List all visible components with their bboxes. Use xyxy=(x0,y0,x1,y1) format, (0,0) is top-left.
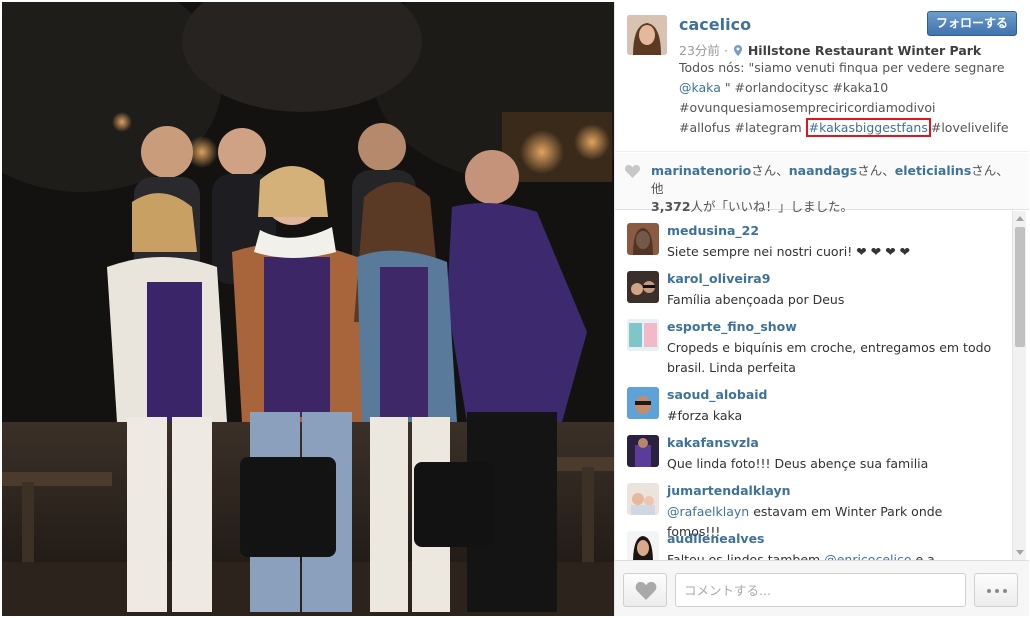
caption-text: #lovelivelife xyxy=(930,120,1009,135)
meta-separator: · xyxy=(723,43,728,58)
avatar[interactable] xyxy=(627,271,659,303)
avatar[interactable] xyxy=(627,223,659,255)
comment-text: Família abençoada por Deus xyxy=(667,292,845,307)
heart-icon xyxy=(635,582,657,600)
likes-connector: さん、 xyxy=(857,163,895,178)
comment-text: Cropeds e biquínis em croche, entregamos… xyxy=(667,340,992,375)
post-meta: 23分前 · Hillstone Restaurant Winter Park xyxy=(679,40,981,59)
comment-username[interactable]: karol_oliveira9 xyxy=(667,271,770,286)
post-photo xyxy=(2,2,614,616)
scroll-down-arrow-icon[interactable] xyxy=(1016,550,1024,555)
post-header: cacelico フォローする 23分前 · Hillstone Restaur… xyxy=(615,2,1029,152)
scrollbar-thumb[interactable] xyxy=(1015,227,1025,347)
avatar[interactable] xyxy=(627,387,659,419)
avatar[interactable] xyxy=(627,319,659,351)
caption-line: Todos nós: "siamo venuti finqua per vede… xyxy=(679,60,1005,75)
comment-footer xyxy=(615,560,1029,616)
scroll-up-arrow-icon[interactable] xyxy=(1016,216,1024,221)
comment-text: Siete sempre nei nostri cuori! ❤ ❤ ❤ ❤ xyxy=(667,244,910,259)
likes-summary: marinatenorioさん、naandagsさん、eleticialinsさ… xyxy=(651,162,1021,216)
likes-section: marinatenorioさん、naandagsさん、eleticialinsさ… xyxy=(615,153,1029,214)
mention-link[interactable]: @kaka xyxy=(679,80,721,95)
location-link[interactable]: Hillstone Restaurant Winter Park xyxy=(748,43,981,58)
avatar[interactable] xyxy=(627,435,659,467)
liker-link[interactable]: eleticialins xyxy=(895,163,972,178)
more-dots-icon xyxy=(987,589,991,593)
more-options-button[interactable] xyxy=(974,573,1018,607)
comment-text-body: Faltou os lindos tambem xyxy=(667,552,825,560)
like-button[interactable] xyxy=(623,573,667,607)
mention-link[interactable]: @enricocelico xyxy=(824,552,911,560)
highlighted-hashtag[interactable]: #kakasbiggestfans xyxy=(805,118,931,137)
comment-text: #forza kaka xyxy=(667,408,743,423)
comments-scrollbar[interactable] xyxy=(1012,211,1026,560)
comment-username[interactable]: audilenealves xyxy=(667,531,765,546)
group-photo-image xyxy=(2,2,614,616)
comment-username[interactable]: saoud_alobaid xyxy=(667,387,767,402)
avatar[interactable] xyxy=(627,483,659,515)
more-dots-icon xyxy=(995,589,999,593)
comment-username[interactable]: jumartendalklayn xyxy=(667,483,791,498)
post-time[interactable]: 23分前 xyxy=(679,43,720,58)
liker-link[interactable]: marinatenorio xyxy=(651,163,751,178)
avatar[interactable] xyxy=(627,15,667,55)
caption-line: @kaka " #orlandocitysc #kaka10 xyxy=(679,78,1019,98)
follow-button[interactable]: フォローする xyxy=(926,11,1017,36)
post-detail-panel: cacelico フォローする 23分前 · Hillstone Restaur… xyxy=(614,2,1029,616)
caption-line: #ovunquesiamosempreciricordiamodivoi xyxy=(679,100,936,115)
caption-text: #allofus #lategram xyxy=(679,120,806,135)
post-username[interactable]: cacelico xyxy=(679,15,751,34)
mention-link[interactable]: @rafaelklayn xyxy=(667,504,749,519)
likes-connector: さん、 xyxy=(751,163,789,178)
caption-text: " #orlandocitysc #kaka10 xyxy=(720,80,889,95)
comment-text-body: e a xyxy=(911,552,935,560)
heart-icon xyxy=(625,165,640,178)
avatar[interactable] xyxy=(627,531,659,560)
post-caption: Todos nós: "siamo venuti finqua per vede… xyxy=(679,58,1019,138)
caption-line: #allofus #lategram #kakasbiggestfans #lov… xyxy=(679,118,1019,138)
comment-input[interactable] xyxy=(675,573,966,607)
comment-username[interactable]: kakafansvzla xyxy=(667,435,759,450)
more-dots-icon xyxy=(1003,589,1007,593)
location-pin-icon xyxy=(733,45,742,56)
comment-username[interactable]: esporte_fino_show xyxy=(667,319,797,334)
comments-list: medusina_22 Siete sempre nei nostri cuor… xyxy=(615,211,1029,560)
liker-link[interactable]: naandags xyxy=(789,163,857,178)
comment-username[interactable]: medusina_22 xyxy=(667,223,759,238)
comment-text: Que linda foto!!! Deus abençe sua famili… xyxy=(667,456,929,471)
comment-text: Faltou os lindos tambem @enricocelico e … xyxy=(667,550,997,560)
